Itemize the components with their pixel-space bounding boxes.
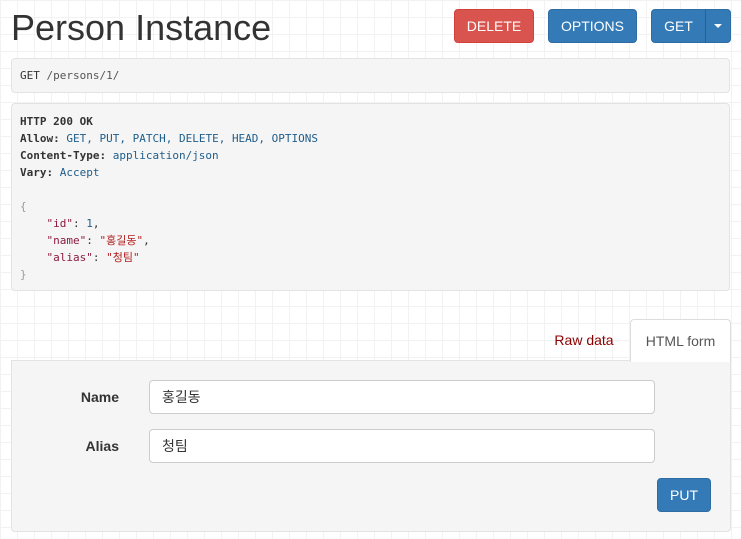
put-button[interactable]: PUT <box>657 478 711 512</box>
delete-button[interactable]: DELETE <box>454 9 534 43</box>
response-header-name: Allow: <box>20 132 60 145</box>
request-info: GET /persons/1/ <box>11 58 730 93</box>
request-method: GET <box>20 69 40 82</box>
tab-raw-data[interactable]: Raw data <box>541 320 627 360</box>
json-value: "청팀" <box>106 251 140 264</box>
get-button[interactable]: GET <box>651 9 706 43</box>
json-close-brace: } <box>20 268 27 281</box>
json-key: "alias" <box>46 251 93 264</box>
options-button[interactable]: OPTIONS <box>548 9 637 43</box>
json-value: "홍길동" <box>99 234 144 247</box>
response-header-name: Content-Type: <box>20 149 107 162</box>
json-separator: , <box>92 217 100 230</box>
response-header-value: GET, PUT, PATCH, DELETE, HEAD, OPTIONS <box>66 132 319 145</box>
response-header-name: Vary: <box>20 166 54 179</box>
json-separator: , <box>143 234 150 247</box>
response-header-value: application/json <box>112 149 219 162</box>
caret-down-icon <box>714 24 722 28</box>
page-title: Person Instance <box>11 7 272 48</box>
request-path: /persons/1/ <box>46 69 120 82</box>
response-status: HTTP 200 OK <box>20 115 93 128</box>
tab-html-form[interactable]: HTML form <box>630 319 731 362</box>
json-key: "name" <box>46 234 87 247</box>
get-format-dropdown-toggle[interactable] <box>705 9 731 43</box>
json-value: 1 <box>86 217 93 230</box>
response-header-value: Accept <box>59 166 100 179</box>
name-label: Name <box>80 389 119 405</box>
name-input[interactable] <box>149 380 655 414</box>
response-info: HTTP 200 OK Allow: GET, PUT, PATCH, DELE… <box>11 103 730 291</box>
alias-label: Alias <box>85 438 119 454</box>
alias-input[interactable] <box>149 429 655 463</box>
json-key: "id" <box>46 217 74 230</box>
json-open-brace: { <box>20 200 27 213</box>
